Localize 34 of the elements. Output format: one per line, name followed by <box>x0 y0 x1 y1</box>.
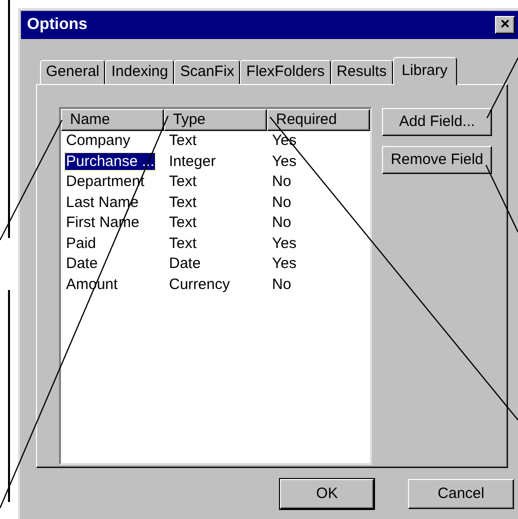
tab[interactable]: Results <box>330 60 393 84</box>
table-cell: No <box>271 276 292 292</box>
column-header[interactable]: Type <box>164 109 267 131</box>
column-header[interactable]: Required <box>267 109 370 131</box>
add-field-button[interactable]: Add Field... <box>382 108 492 136</box>
table-cell: Yes <box>271 255 298 272</box>
tab[interactable]: ScanFix <box>174 60 240 84</box>
table-cell: Integer <box>168 152 217 170</box>
tab[interactable]: Library <box>392 57 457 85</box>
cancel-button[interactable]: Cancel <box>408 479 514 509</box>
table-cell: No <box>271 214 292 231</box>
tab[interactable]: General <box>40 60 106 84</box>
table-cell: Date <box>168 255 202 272</box>
table-cell[interactable]: Paid <box>65 234 98 252</box>
table-cell[interactable]: Company <box>65 132 132 149</box>
window-title: Options <box>27 15 88 35</box>
remove-field-button[interactable]: Remove Field <box>382 146 492 174</box>
tab[interactable]: Indexing <box>105 60 174 84</box>
close-button[interactable]: × <box>495 16 515 34</box>
table-cell: Yes <box>271 234 298 252</box>
table-cell: No <box>271 194 292 210</box>
table-cell: Text <box>168 194 198 210</box>
table-cell: Text <box>168 173 198 190</box>
table-cell: Currency <box>168 276 231 292</box>
column-header[interactable]: Name <box>61 109 164 131</box>
table-cell[interactable]: Purchanse ... <box>65 152 156 170</box>
tab[interactable]: FlexFolders <box>240 60 331 84</box>
table-cell: Text <box>168 234 198 252</box>
ok-button[interactable]: OK <box>280 479 374 509</box>
table-cell[interactable]: Date <box>65 255 99 272</box>
table-cell: Text <box>168 214 198 231</box>
table-cell: Yes <box>271 152 298 170</box>
table-cell: No <box>271 173 292 190</box>
table-cell: Text <box>168 132 198 149</box>
